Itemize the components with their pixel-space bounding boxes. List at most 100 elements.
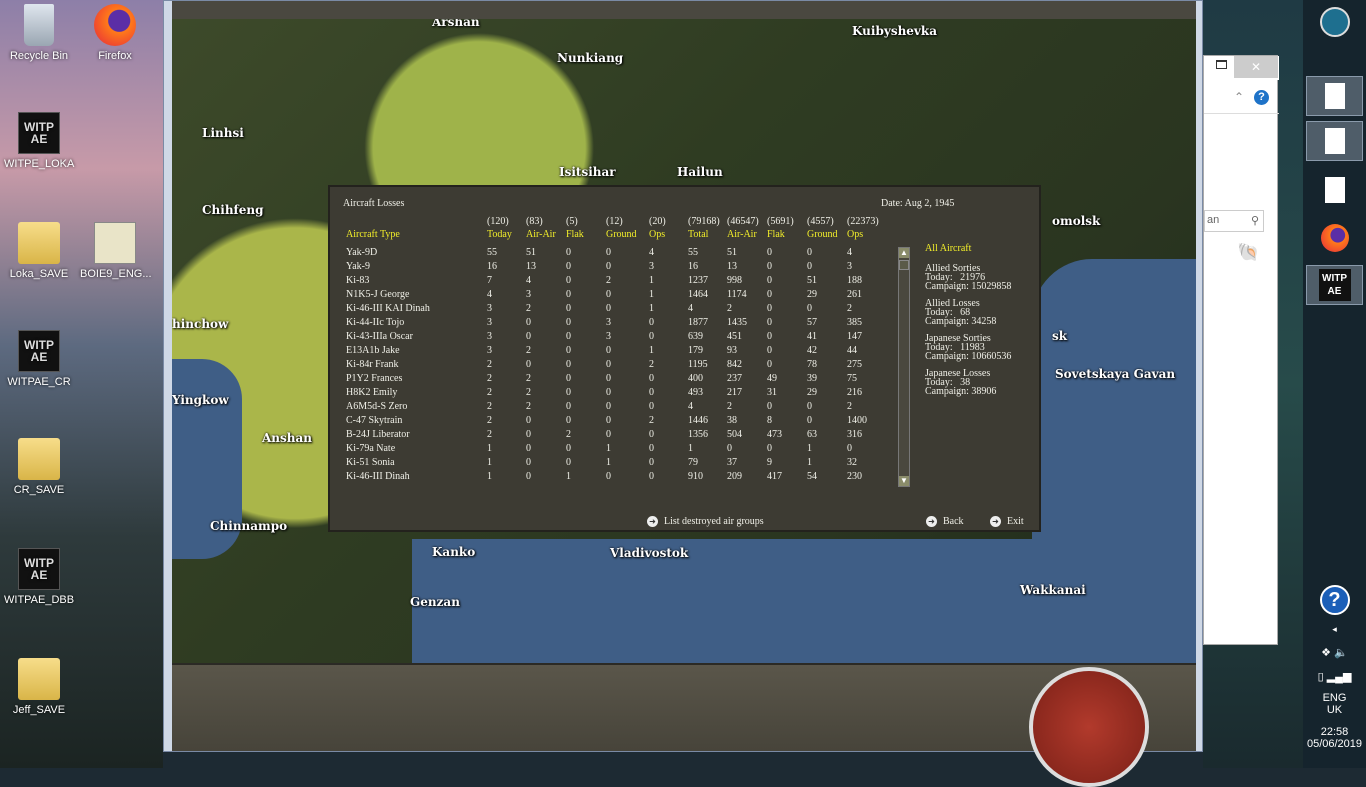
language-indicator[interactable]: ENG UK (1303, 692, 1366, 716)
scrollbar[interactable]: ▲ ▼ (898, 247, 910, 487)
desktop-icon[interactable]: WITP AE WITPE_LOKA (4, 112, 74, 170)
table-row[interactable]: C-47 Skytrain 2 0 0 0 2 1446 38 8 0 1400 (330, 415, 890, 429)
column-header[interactable]: Aircraft Type (346, 229, 400, 240)
tray-icons[interactable]: ❖ 🔈 (1303, 646, 1366, 659)
classic-shell-start-icon (1319, 7, 1350, 37)
map-city-label[interactable]: Sovetskaya Gavan (1055, 367, 1175, 381)
column-header[interactable]: Air-Air (727, 229, 757, 240)
scroll-up-arrow-icon[interactable]: ▲ (899, 248, 909, 258)
map-city-label[interactable]: Chinnampo (210, 519, 287, 533)
list-destroyed-air-groups-button[interactable]: ➜ List destroyed air groups (647, 516, 764, 527)
desktop-icon[interactable]: Jeff_SAVE (4, 658, 74, 716)
end-turn-seal-button[interactable] (1029, 667, 1149, 787)
taskbar-item[interactable] (1306, 170, 1363, 210)
column-header[interactable]: Flak (566, 229, 584, 240)
table-row[interactable]: Ki-46-III Dinah 1 0 1 0 0 910 209 417 54 230 (330, 471, 890, 485)
collapse-ribbon-icon[interactable]: ⌃ (1234, 90, 1244, 104)
scroll-down-arrow-icon[interactable]: ▼ (899, 476, 909, 486)
table-row[interactable]: H8K2 Emily 2 2 0 0 0 493 217 31 29 216 (330, 387, 890, 401)
desktop-icon[interactable]: Loka_SAVE (4, 222, 74, 280)
column-total: (79168) (688, 216, 720, 227)
column-header[interactable]: Ground (807, 229, 838, 240)
map-city-label[interactable]: Vladivostok (610, 546, 688, 560)
column-header[interactable]: Flak (767, 229, 785, 240)
taskbar-firefox[interactable] (1306, 218, 1363, 258)
desktop-icon[interactable]: BOIE9_ENG... (80, 222, 152, 280)
loss-value-cell: 0 (606, 387, 611, 398)
battery-icon[interactable]: ▯ (1318, 671, 1324, 683)
help-icon[interactable]: ? (1254, 90, 1269, 105)
table-row[interactable]: Ki-83 7 4 0 2 1 1237 998 0 51 188 (330, 275, 890, 289)
map-city-label[interactable]: Nunkiang (557, 51, 623, 65)
taskbar-item[interactable] (1306, 76, 1363, 116)
table-row[interactable]: Ki-51 Sonia 1 0 0 1 0 79 37 9 1 32 (330, 457, 890, 471)
table-row[interactable]: Ki-46-III KAI Dinah 3 2 0 0 1 4 2 0 0 2 (330, 303, 890, 317)
table-row[interactable]: A6M5d-S Zero 2 2 0 0 0 4 2 0 0 2 (330, 401, 890, 415)
column-header[interactable]: Today (487, 229, 512, 240)
taskbar-witp[interactable]: WITP AE (1306, 265, 1363, 305)
table-row[interactable]: Yak-9D 55 51 0 0 4 55 51 0 0 4 (330, 247, 890, 261)
column-header[interactable]: Total (688, 229, 708, 240)
desktop-icon[interactable]: Firefox (80, 4, 150, 62)
column-total: (46547) (727, 216, 759, 227)
map-city-label[interactable]: Arshan (432, 19, 480, 29)
table-row[interactable]: N1K5-J George 4 3 0 0 1 1464 1174 0 29 261 (330, 289, 890, 303)
table-row[interactable]: E13A1b Jake 3 2 0 0 1 179 93 0 42 44 (330, 345, 890, 359)
loss-value-cell: 4 (526, 275, 531, 286)
volume-icon[interactable]: 🔈 (1334, 647, 1348, 659)
desktop-icon[interactable]: WITP AE WITPAE_DBB (4, 548, 74, 606)
map-city-label[interactable]: Anshan (262, 431, 312, 445)
tray-icons-2[interactable]: ▯ ▂▄▆ (1303, 670, 1366, 683)
arrow-right-icon: ➜ (647, 516, 658, 527)
summary-heading: All Aircraft (925, 243, 972, 254)
back-button[interactable]: ➜ Back (926, 516, 964, 527)
column-header[interactable]: Air-Air (526, 229, 556, 240)
column-header[interactable]: Ops (649, 229, 665, 240)
map-city-label[interactable]: Hailun (677, 165, 723, 179)
network-icon[interactable]: ▂▄▆ (1327, 671, 1352, 683)
column-header[interactable]: Ops (847, 229, 863, 240)
map-city-label[interactable]: Wakkanai (1020, 583, 1086, 597)
search-input[interactable]: an ⚲ (1204, 210, 1264, 232)
desktop-icon[interactable]: WITP AE WITPAE_CR (4, 330, 74, 388)
show-hidden-icons[interactable]: ◂ (1303, 624, 1366, 635)
desktop-icon[interactable]: Recycle Bin (4, 4, 74, 62)
map-city-label[interactable]: Kuibyshevka (852, 24, 937, 38)
shell-icon[interactable]: 🐚 (1237, 242, 1261, 264)
map-city-label[interactable]: sk (1052, 329, 1067, 343)
table-row[interactable]: Ki-43-IIIa Oscar 3 0 0 3 0 639 451 0 41 147 (330, 331, 890, 345)
exit-button[interactable]: ➜ Exit (990, 516, 1024, 527)
map-city-label[interactable]: hinchow (172, 317, 228, 331)
map-city-label[interactable]: omolsk (1052, 214, 1100, 228)
map-city-label[interactable]: Isitsihar (559, 165, 616, 179)
map-city-label[interactable]: Kanko (432, 545, 475, 559)
desktop-icon-label: WITPAE_DBB (4, 594, 75, 606)
aircraft-type-cell: C-47 Skytrain (346, 415, 403, 426)
start-button[interactable] (1306, 2, 1363, 42)
map-city-label[interactable]: Chihfeng (202, 203, 263, 217)
table-row[interactable]: B-24J Liberator 2 0 2 0 0 1356 504 473 63 316 (330, 429, 890, 443)
close-button[interactable]: ✕ (1234, 56, 1278, 78)
map-city-label[interactable]: Yingkow (172, 393, 229, 407)
desktop-icon[interactable]: CR_SAVE (4, 438, 74, 496)
table-row[interactable]: Ki-84r Frank 2 0 0 0 2 1195 842 0 78 275 (330, 359, 890, 373)
loss-value-cell: 0 (847, 443, 852, 454)
ribbon: ⌃ ? (1204, 86, 1279, 114)
table-row[interactable]: Yak-9 16 13 0 0 3 16 13 0 0 3 (330, 261, 890, 275)
taskbar-item[interactable] (1306, 121, 1363, 161)
loss-value-cell: 1 (649, 345, 654, 356)
table-row[interactable]: P1Y2 Frances 2 2 0 0 0 400 237 49 39 75 (330, 373, 890, 387)
map-city-label[interactable]: Linhsi (202, 126, 244, 140)
table-row[interactable]: Ki-79a Nate 1 0 0 1 0 1 0 0 1 0 (330, 443, 890, 457)
loss-value-cell: 0 (606, 373, 611, 384)
column-header[interactable]: Ground (606, 229, 637, 240)
scroll-thumb[interactable] (899, 260, 909, 270)
table-row[interactable]: Ki-44-IIc Tojo 3 0 0 3 0 1877 1435 0 57 385 (330, 317, 890, 331)
dropbox-icon[interactable]: ❖ (1321, 647, 1331, 659)
loss-value-cell: 49 (767, 373, 777, 384)
witp-ae-icon: WITP AE (18, 112, 60, 154)
help-icon[interactable]: ? (1319, 585, 1350, 615)
maximize-button[interactable] (1216, 60, 1227, 69)
map-city-label[interactable]: Genzan (410, 595, 460, 609)
clock[interactable]: 22:58 05/06/2019 (1303, 726, 1366, 750)
